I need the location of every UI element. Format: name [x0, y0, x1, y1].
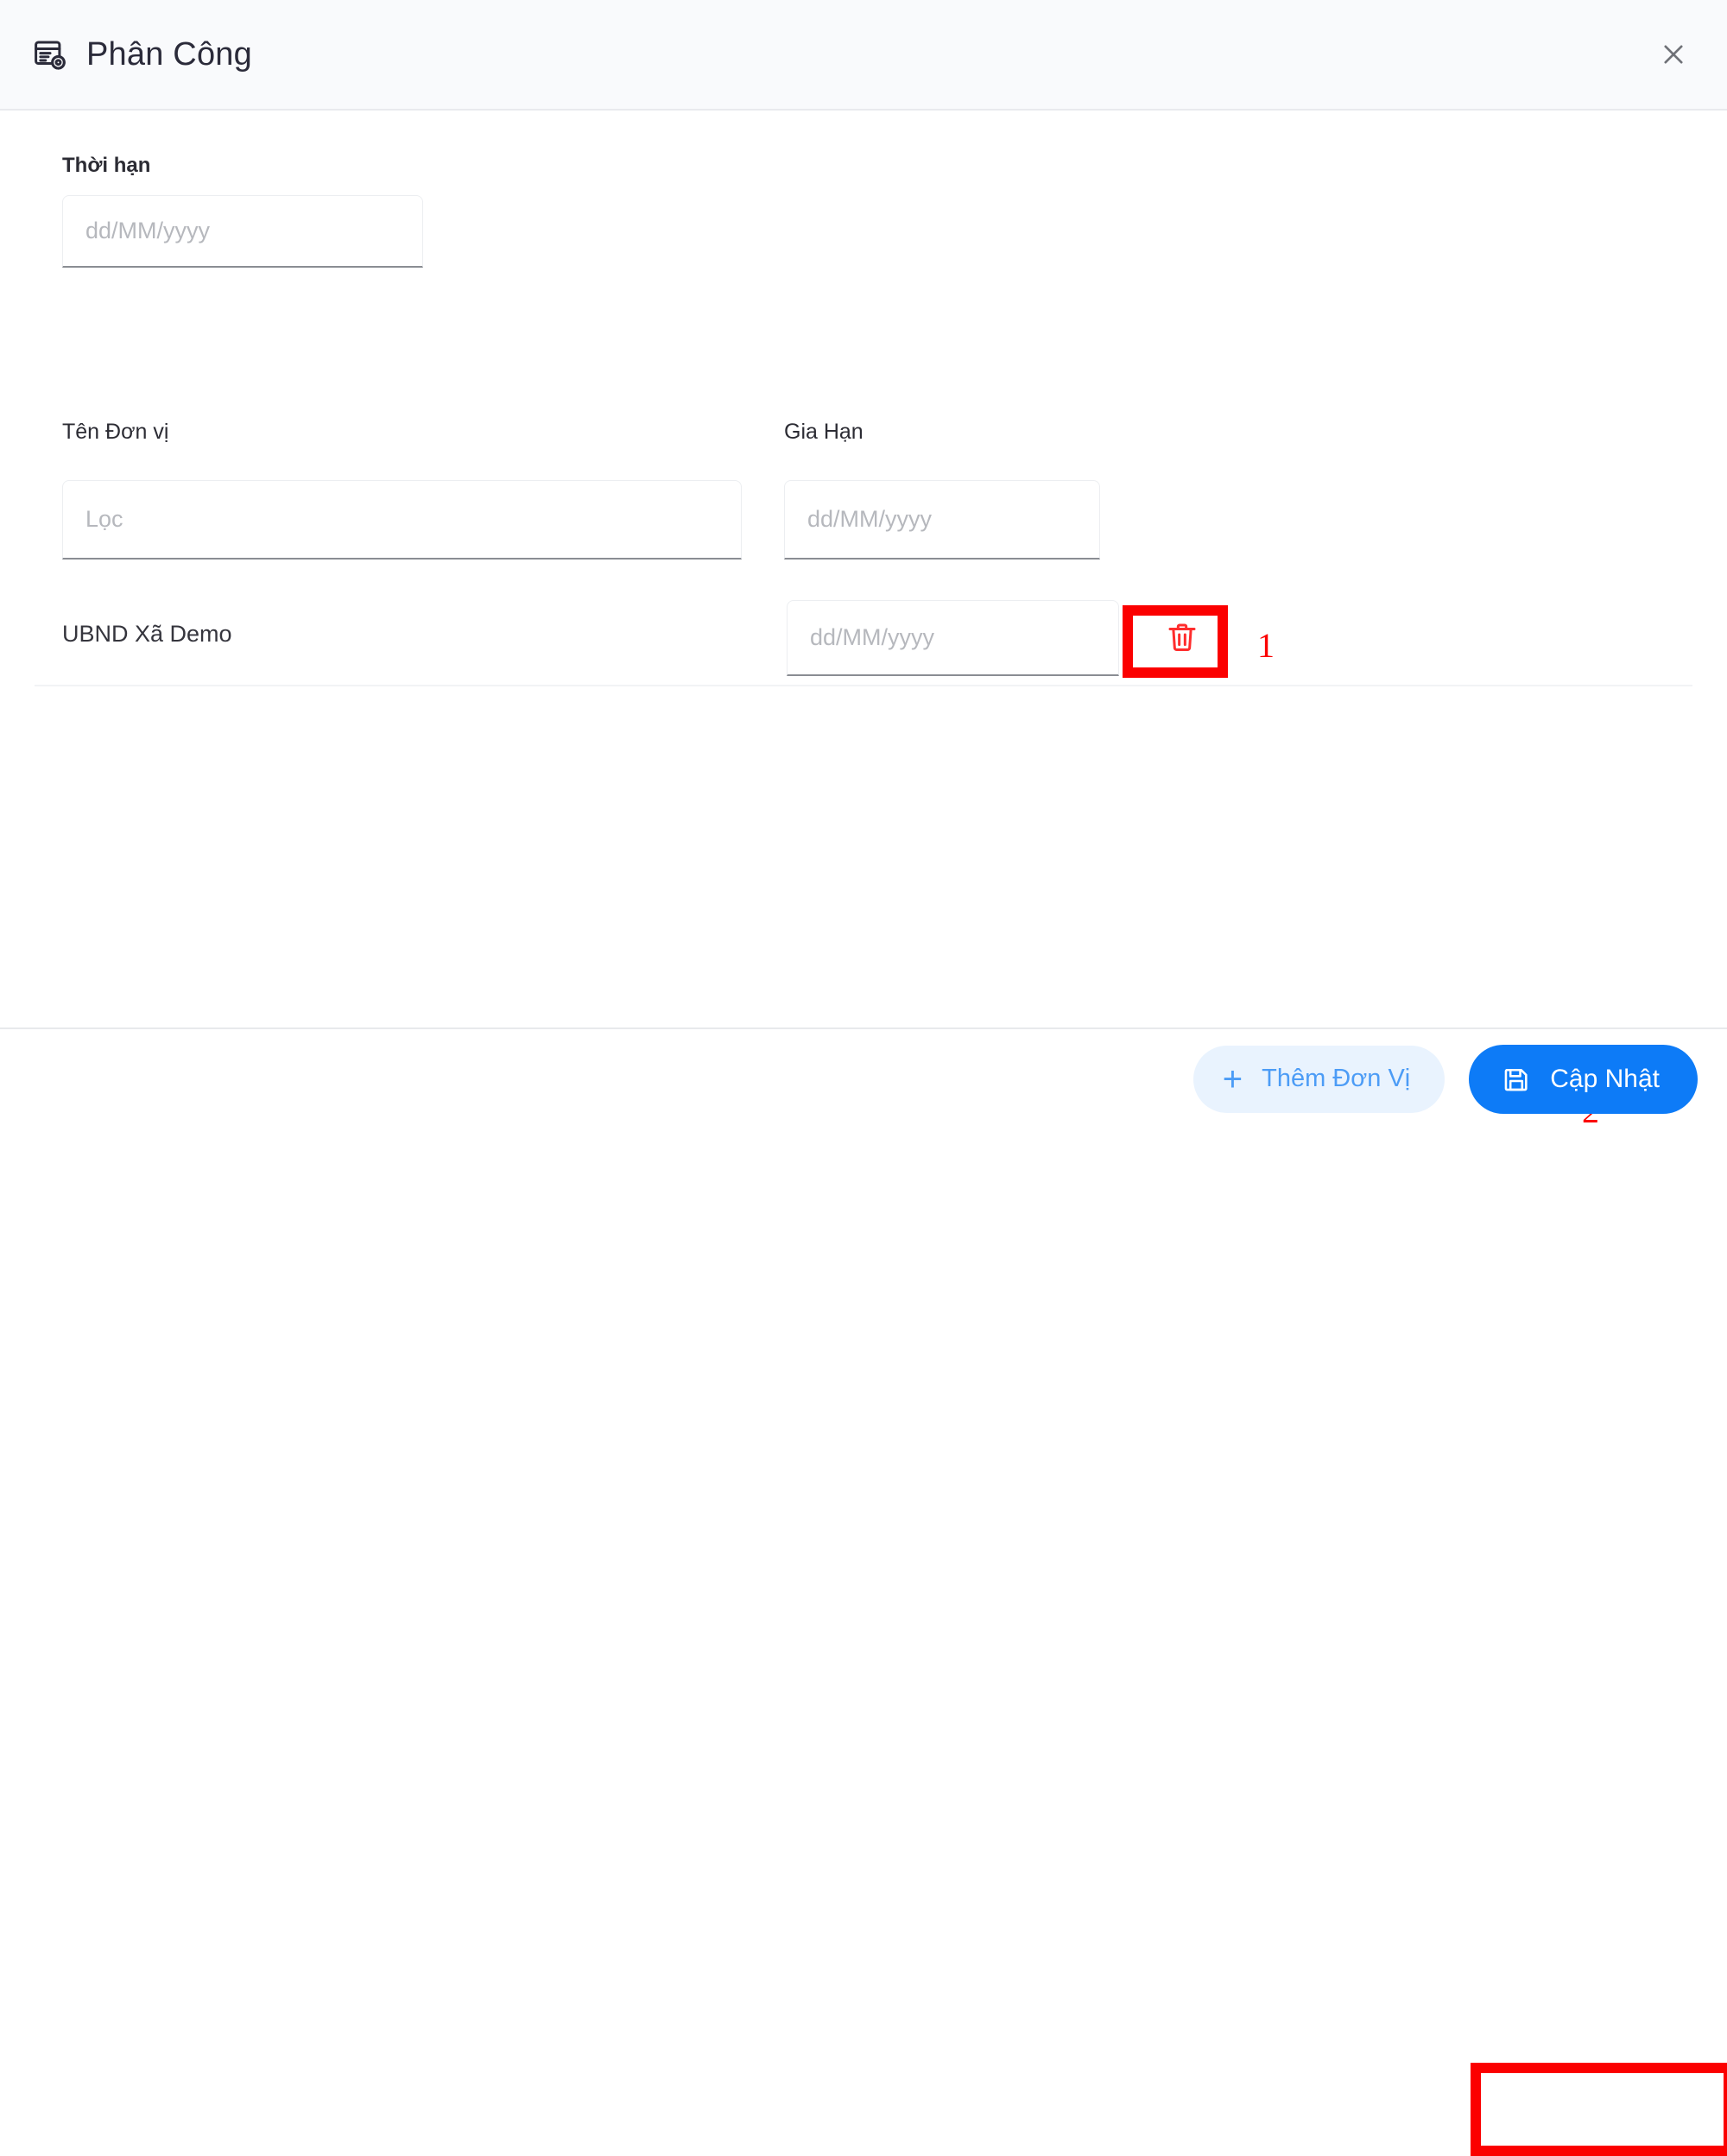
dialog-title: Phân Công	[86, 36, 252, 73]
column-header-extension: Gia Hạn	[784, 421, 864, 443]
dialog-body: Thời hạn Tên Đơn vị Gia Hạn UBND Xã Demo	[0, 111, 1727, 1027]
assignment-document-gear-icon	[31, 36, 67, 73]
annotation-box-2	[1471, 2063, 1727, 2156]
deadline-field-group: Thời hạn	[62, 155, 423, 268]
extension-filter-wrapper[interactable]	[784, 480, 1100, 560]
extension-filter-input[interactable]	[807, 506, 1077, 533]
table-row-unit-name: UBND Xã Demo	[62, 621, 232, 648]
update-label: Cập Nhật	[1550, 1065, 1660, 1094]
deadline-input[interactable]	[85, 218, 400, 244]
unit-name-filter-input[interactable]	[85, 506, 718, 533]
save-floppy-icon	[1502, 1065, 1531, 1094]
add-unit-label: Thêm Đơn Vị	[1262, 1065, 1410, 1093]
plus-icon: +	[1223, 1062, 1243, 1097]
column-header-unit-name: Tên Đơn vị	[62, 421, 168, 443]
delete-row-button[interactable]	[1148, 604, 1216, 671]
dialog-footer: + Thêm Đơn Vị Cập Nhật	[0, 1027, 1727, 1129]
add-unit-button[interactable]: + Thêm Đơn Vị	[1193, 1046, 1445, 1113]
close-icon	[1659, 40, 1688, 69]
deadline-input-wrapper[interactable]	[62, 195, 423, 268]
annotation-number-1: 1	[1257, 629, 1275, 663]
phan-cong-dialog: Phân Công Thời hạn Tên Đơn vị Gia Hạn	[0, 0, 1727, 1129]
table-row-extension-input[interactable]	[810, 624, 1096, 651]
table-row: UBND Xã Demo	[35, 590, 1692, 686]
close-button[interactable]	[1649, 30, 1698, 79]
dialog-header-left: Phân Công	[31, 36, 252, 73]
deadline-label: Thời hạn	[62, 155, 423, 176]
update-button[interactable]: Cập Nhật	[1469, 1045, 1698, 1114]
unit-name-filter-wrapper[interactable]	[62, 480, 742, 560]
trash-icon	[1165, 620, 1199, 654]
dialog-header: Phân Công	[0, 0, 1727, 111]
table-row-extension-wrapper[interactable]	[787, 600, 1119, 676]
